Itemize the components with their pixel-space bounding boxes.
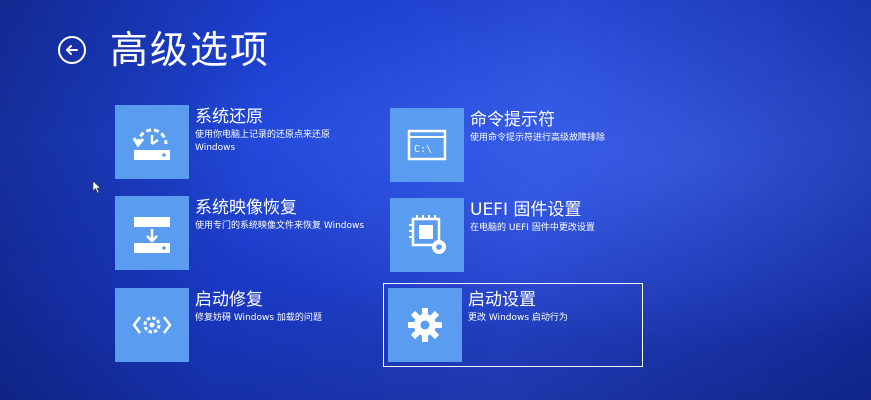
- tile-title: 命令提示符: [470, 110, 555, 130]
- tile-system-restore[interactable]: 系统还原 使用你电脑上记录的还原点来还原 Windows: [115, 105, 365, 179]
- tile-description: 更改 Windows 启动行为: [468, 313, 568, 323]
- tile-title: UEFI 固件设置: [470, 200, 582, 220]
- tile-description: 使用你电脑上记录的还原点来还原 Windows: [195, 130, 331, 153]
- tile-system-image-recovery[interactable]: 系统映像恢复 使用专门的系统映像文件来恢复 Windows: [115, 196, 364, 270]
- uefi-firmware-icon: [390, 198, 464, 272]
- tile-description: 使用命令提示符进行高级故障排除: [470, 133, 606, 143]
- tile-description: 使用专门的系统映像文件来恢复 Windows: [195, 221, 365, 231]
- startup-settings-gear-icon: [388, 288, 462, 362]
- tile-description: 在电脑的 UEFI 固件中更改设置: [470, 223, 595, 233]
- back-arrow-icon: [66, 45, 78, 55]
- system-image-recovery-icon: [115, 196, 189, 270]
- tile-startup-repair[interactable]: 启动修复 修复妨碍 Windows 加载的问题: [115, 288, 322, 362]
- tile-title: 系统还原: [195, 107, 263, 127]
- tile-command-prompt[interactable]: C:\ 命令提示符 使用命令提示符进行高级故障排除: [390, 108, 605, 182]
- tile-startup-settings[interactable]: 启动设置 更改 Windows 启动行为: [383, 283, 643, 367]
- svg-text:C:\: C:\: [414, 144, 432, 155]
- page-title: 高级选项: [110, 28, 271, 72]
- tile-title: 启动修复: [195, 290, 263, 310]
- tile-title: 启动设置: [468, 290, 536, 310]
- back-button[interactable]: [58, 36, 86, 64]
- startup-repair-icon: [115, 288, 189, 362]
- tile-title: 系统映像恢复: [195, 198, 297, 218]
- command-prompt-icon: C:\: [390, 108, 464, 182]
- system-restore-icon: [115, 105, 189, 179]
- tile-uefi-firmware-settings[interactable]: UEFI 固件设置 在电脑的 UEFI 固件中更改设置: [390, 198, 595, 272]
- tile-description: 修复妨碍 Windows 加载的问题: [195, 313, 322, 323]
- mouse-pointer-icon: [92, 180, 102, 194]
